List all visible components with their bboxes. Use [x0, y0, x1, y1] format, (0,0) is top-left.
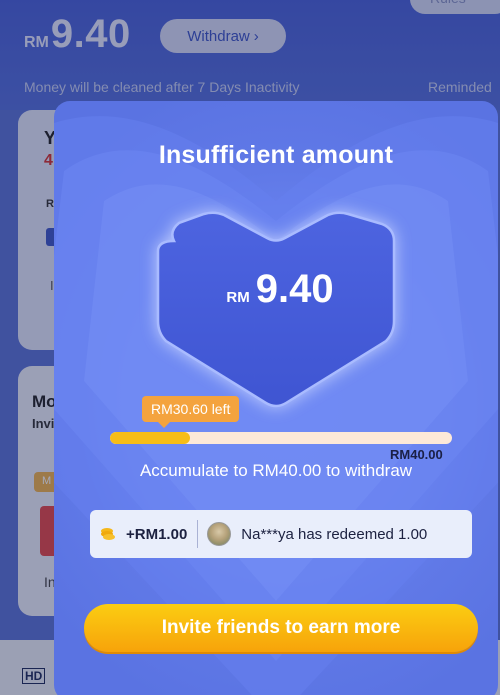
heart-balance: RM 9.40	[162, 267, 398, 312]
remaining-amount-tooltip: RM30.60 left	[142, 396, 240, 428]
redeem-message: Na***ya has redeemed 1.00	[241, 525, 428, 543]
inactivity-notice: Money will be cleaned after 7 Days Inact…	[24, 79, 300, 95]
target-amount: RM40.00	[390, 447, 443, 462]
balance-currency: RM	[24, 34, 49, 51]
balance-amount: 9.40	[50, 12, 131, 56]
brand-logo: HD	[22, 668, 46, 684]
redeem-ticker: +RM1.00 Na***ya has redeemed 1.00	[90, 510, 472, 558]
card-value: 4	[44, 152, 53, 169]
withdraw-button[interactable]: Withdraw ›	[160, 19, 286, 53]
card-subtitle: Invi	[32, 416, 55, 431]
chevron-right-icon: ›	[253, 27, 259, 45]
card-label: R	[46, 198, 54, 210]
accumulate-instruction: Accumulate to RM40.00 to withdraw	[139, 461, 413, 480]
withdraw-progress-bar	[110, 432, 452, 444]
wallet-balance: RM 9.40	[24, 12, 131, 57]
ticker-divider	[197, 520, 199, 548]
dialog-title: Insufficient amount	[158, 141, 394, 169]
reminded-label[interactable]: Reminded	[428, 79, 492, 95]
heart-amount: 9.40	[255, 267, 334, 311]
insufficient-amount-dialog: Insufficient amount RM 9.40 RM30.60 left…	[54, 101, 498, 695]
rules-button[interactable]: Rules	[410, 0, 500, 14]
progress-fill	[110, 432, 191, 444]
reward-amount: +RM1.00	[126, 525, 188, 543]
card-title: Mo	[32, 392, 57, 411]
avatar	[207, 522, 232, 546]
heart-currency: RM	[226, 289, 250, 306]
coin-stack-icon	[101, 528, 115, 540]
invite-friends-button[interactable]: Invite friends to earn more	[84, 604, 478, 652]
withdraw-label: Withdraw	[187, 27, 250, 45]
